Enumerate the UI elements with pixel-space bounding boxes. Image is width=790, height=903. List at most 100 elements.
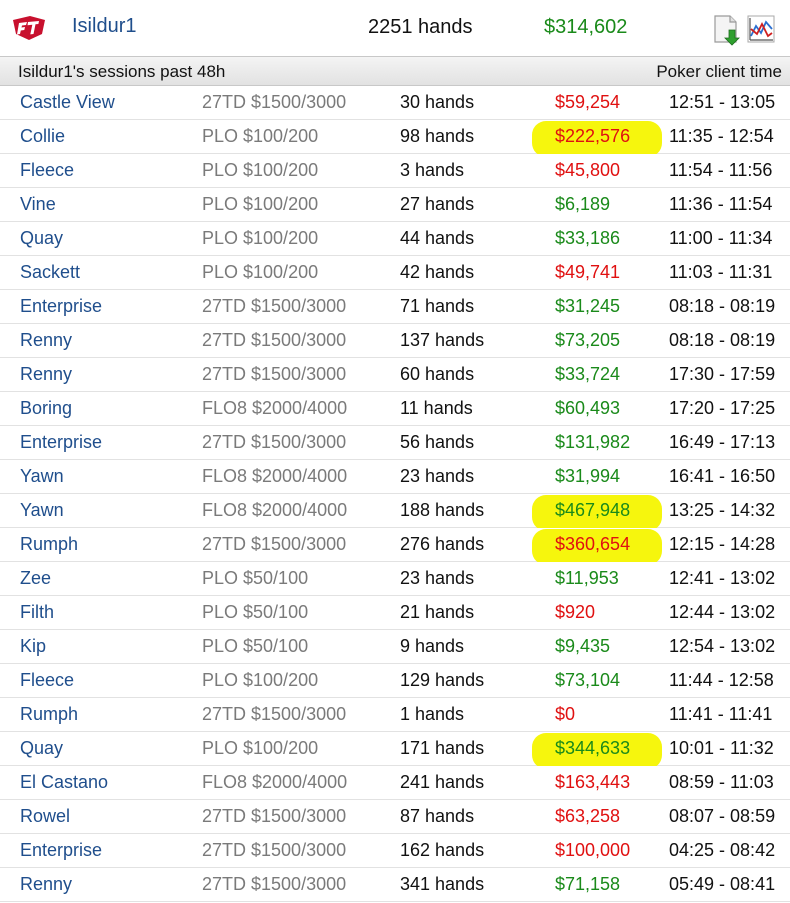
sessions-title: Isildur1's sessions past 48h	[18, 62, 226, 81]
table-row[interactable]: Collie PLO $100/200 98 hands $222,576 11:35 …	[0, 120, 790, 157]
session-table-name[interactable]: Renny	[20, 874, 72, 895]
table-row[interactable]: Rumph 27TD $1500/3000 276 hands $360,654 12:…	[0, 528, 790, 565]
session-table-name[interactable]: Renny	[20, 330, 72, 351]
table-row[interactable]: Enterprise 27TD $1500/3000 71 hands $31,245…	[0, 290, 790, 324]
table-row[interactable]: Vine PLO $100/200 27 hands $6,189 11:36 - 11…	[0, 188, 790, 222]
table-row[interactable]: Yawn FLO8 $2000/4000 188 hands $467,948 13:2…	[0, 494, 790, 531]
session-game: PLO $100/200	[202, 160, 319, 180]
session-profit: $344,633	[555, 738, 631, 758]
session-table-name[interactable]: Vine	[20, 194, 56, 215]
session-hands: 9 hands	[400, 636, 465, 656]
session-time: 08:59 - 11:03	[669, 772, 774, 792]
session-hands: 87 hands	[400, 806, 475, 826]
session-hands: 44 hands	[400, 228, 475, 248]
session-profit: $33,186	[555, 228, 621, 248]
session-hands: 71 hands	[400, 296, 475, 316]
session-hands: 276 hands	[400, 534, 485, 554]
session-table-name[interactable]: Enterprise	[20, 840, 102, 861]
session-table-name[interactable]: Quay	[20, 228, 63, 249]
session-profit: $49,741	[555, 262, 621, 282]
session-game: FLO8 $2000/4000	[202, 466, 348, 486]
session-hands: 30 hands	[400, 92, 475, 112]
session-game: 27TD $1500/3000	[202, 534, 347, 554]
table-row[interactable]: Sackett PLO $100/200 42 hands $49,741 11:03 …	[0, 256, 790, 290]
table-row[interactable]: El Castano FLO8 $2000/4000 241 hands $163,4…	[0, 766, 790, 800]
session-time: 17:20 - 17:25	[669, 398, 776, 418]
session-profit: $222,576	[555, 126, 631, 146]
session-time: 12:15 - 14:28	[669, 534, 776, 554]
session-time: 17:30 - 17:59	[669, 364, 776, 384]
session-table-name[interactable]: Enterprise	[20, 296, 102, 317]
session-time: 12:44 - 13:02	[669, 602, 776, 622]
session-game: PLO $100/200	[202, 126, 319, 146]
session-profit: $131,982	[555, 432, 631, 452]
table-row[interactable]: Fleece PLO $100/200 129 hands $73,104 11:44 …	[0, 664, 790, 698]
session-table-name[interactable]: El Castano	[20, 772, 108, 793]
session-table-name[interactable]: Boring	[20, 398, 72, 419]
session-table-name[interactable]: Rumph	[20, 534, 78, 555]
session-time: 16:41 - 16:50	[669, 466, 776, 486]
table-row[interactable]: Zee PLO $50/100 23 hands $11,953 12:41 - 13:…	[0, 562, 790, 596]
session-hands: 137 hands	[400, 330, 485, 350]
session-table-name[interactable]: Yawn	[20, 466, 64, 487]
session-time: 11:54 - 11:56	[669, 160, 773, 180]
session-profit: $31,994	[555, 466, 621, 486]
table-row[interactable]: Renny 27TD $1500/3000 137 hands $73,205 08:1…	[0, 324, 790, 358]
session-table-name[interactable]: Sackett	[20, 262, 80, 283]
session-hands: 42 hands	[400, 262, 475, 282]
session-game: PLO $100/200	[202, 262, 319, 282]
session-hands: 241 hands	[400, 772, 485, 792]
session-table-name[interactable]: Castle View	[20, 92, 115, 113]
session-table-name[interactable]: Kip	[20, 636, 46, 657]
table-row[interactable]: Enterprise 27TD $1500/3000 56 hands $131,98…	[0, 426, 790, 460]
table-row[interactable]: Enterprise 27TD $1500/3000 162 hands $100,0…	[0, 834, 790, 868]
graph-icon[interactable]	[746, 14, 776, 44]
session-profit: $31,245	[555, 296, 621, 316]
session-table-name[interactable]: Rumph	[20, 704, 78, 725]
table-row[interactable]: Boring FLO8 $2000/4000 11 hands $60,493 17:2…	[0, 392, 790, 426]
session-time: 11:00 - 11:34	[669, 228, 773, 248]
player-name[interactable]: Isildur1	[72, 15, 136, 38]
table-row[interactable]: Yawn FLO8 $2000/4000 23 hands $31,994 16:41 …	[0, 460, 790, 494]
session-game: PLO $100/200	[202, 194, 319, 214]
session-time: 11:36 - 11:54	[669, 194, 773, 214]
table-row[interactable]: Renny 27TD $1500/3000 60 hands $33,724 17:30…	[0, 358, 790, 392]
session-table-name[interactable]: Zee	[20, 568, 51, 589]
player-header: Isildur1 2251 hands $314,602	[0, 0, 790, 56]
table-row[interactable]: Rumph 27TD $1500/3000 1 hands $0 11:41 - 11:…	[0, 698, 790, 732]
session-hands: 23 hands	[400, 466, 475, 486]
session-game: 27TD $1500/3000	[202, 432, 347, 452]
session-table-name[interactable]: Filth	[20, 602, 54, 623]
export-icon[interactable]	[712, 14, 740, 46]
session-table-name[interactable]: Renny	[20, 364, 72, 385]
session-time: 13:25 - 14:32	[669, 500, 776, 520]
session-time: 16:49 - 17:13	[669, 432, 776, 452]
table-row[interactable]: Quay PLO $100/200 171 hands $344,633 10:01 -…	[0, 732, 790, 769]
session-game: 27TD $1500/3000	[202, 704, 347, 724]
session-table-name[interactable]: Quay	[20, 738, 63, 759]
session-hands: 21 hands	[400, 602, 475, 622]
session-game: PLO $50/100	[202, 636, 309, 656]
session-table-name[interactable]: Fleece	[20, 160, 74, 181]
table-row[interactable]: Castle View 27TD $1500/3000 30 hands $59,25…	[0, 86, 790, 120]
session-time: 12:41 - 13:02	[669, 568, 776, 588]
table-row[interactable]: Fleece PLO $100/200 3 hands $45,800 11:54 - …	[0, 154, 790, 188]
table-row[interactable]: Rowel 27TD $1500/3000 87 hands $63,258 08:07…	[0, 800, 790, 834]
total-hands: 2251 hands	[368, 16, 473, 38]
session-profit: $33,724	[555, 364, 621, 384]
session-game: PLO $50/100	[202, 602, 309, 622]
table-row[interactable]: Kip PLO $50/100 9 hands $9,435 12:54 - 13:02	[0, 630, 790, 664]
session-profit: $920	[555, 602, 596, 622]
session-profit: $163,443	[555, 772, 631, 792]
table-row[interactable]: Quay PLO $100/200 44 hands $33,186 11:00 - 1…	[0, 222, 790, 256]
table-row[interactable]: Filth PLO $50/100 21 hands $920 12:44 - 13:0…	[0, 596, 790, 630]
session-profit: $71,158	[555, 874, 621, 894]
session-table-name[interactable]: Fleece	[20, 670, 74, 691]
table-row[interactable]: Renny 27TD $1500/3000 341 hands $71,158 05:4…	[0, 868, 790, 902]
session-table-name[interactable]: Collie	[20, 126, 65, 147]
session-profit: $59,254	[555, 92, 621, 112]
session-table-name[interactable]: Rowel	[20, 806, 70, 827]
session-time: 12:54 - 13:02	[669, 636, 776, 656]
session-table-name[interactable]: Yawn	[20, 500, 64, 521]
session-table-name[interactable]: Enterprise	[20, 432, 102, 453]
